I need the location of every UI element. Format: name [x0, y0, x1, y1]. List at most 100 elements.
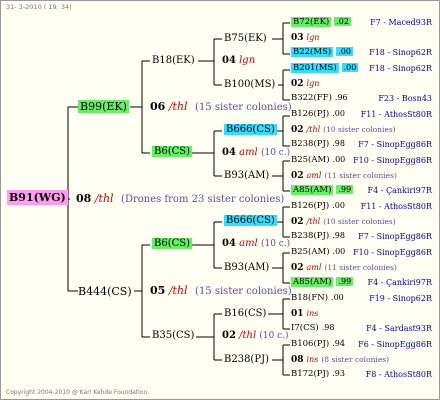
- leaf-row[interactable]: B25(AM) .00: [291, 248, 345, 257]
- node-b666-b[interactable]: B666(CS): [224, 215, 277, 226]
- leaf-lbl: /thl: [306, 125, 321, 134]
- mid-mating: 08 /thl (Drones from 23 sister colonies): [76, 193, 284, 205]
- leaf-row[interactable]: B126(PJ) .00: [291, 202, 345, 211]
- leaf-row[interactable]: B238(PJ) .98: [291, 140, 345, 149]
- leaf-row[interactable]: 02/thl (10 sister colonies): [291, 126, 396, 135]
- leaf-name: B201(MS): [291, 63, 339, 73]
- leaf-name: B72(EK): [291, 17, 332, 27]
- mid-note: (Drones from 23 sister colonies): [121, 194, 285, 205]
- a-lbl: /thl: [168, 100, 188, 113]
- node-b666-a[interactable]: B666(CS): [224, 124, 277, 135]
- mid-lbl: /thl: [94, 192, 114, 205]
- leaf-num: .00: [332, 155, 346, 164]
- leaf-origin: F11 - AthosSt80R: [360, 110, 432, 119]
- leaf-lbl: lgn: [306, 33, 320, 42]
- b-mating: 05 /thl (15 sister colonies): [150, 285, 292, 297]
- node-b35[interactable]: B35(CS): [152, 331, 194, 341]
- leaf-row[interactable]: B18(FN) .00: [291, 294, 344, 303]
- node-b16[interactable]: B16(CS): [224, 309, 266, 319]
- leaf-name: I7(CS): [291, 323, 319, 333]
- leaf-row[interactable]: 02 aml (11 sister colonies): [291, 172, 397, 181]
- leaf-origin: F18 - Sinop62R: [369, 64, 432, 73]
- leaf-name: A85(AM): [291, 185, 334, 195]
- leaf-row[interactable]: 02 aml (11 sister colonies): [291, 264, 397, 273]
- root-node[interactable]: B91(WG): [7, 190, 68, 205]
- leaf-row[interactable]: 03 lgn: [291, 34, 319, 43]
- leaf-row[interactable]: B322(FF) .96: [291, 94, 348, 103]
- leaf-gen: 02: [291, 263, 304, 273]
- leaf-num: .98: [321, 323, 335, 332]
- b666-b-label: B666(CS): [224, 215, 277, 226]
- leaf-name: B25(AM): [291, 247, 330, 257]
- leaf-name: A85(AM): [291, 277, 334, 287]
- node-b93-a[interactable]: B93(AM): [224, 171, 269, 181]
- leaf-num: .99: [336, 277, 354, 286]
- leaf-row[interactable]: 01 ins: [291, 310, 318, 319]
- leaf-origin: F19 - Sinop62R: [369, 294, 432, 303]
- leaf-origin: F10 - SinopEgg86R: [353, 248, 432, 257]
- node-b18[interactable]: B18(EK): [152, 56, 195, 66]
- leaf-note: (11 sister colonies): [324, 171, 397, 180]
- a1-lbl: lgn: [239, 55, 256, 66]
- leaf-row[interactable]: B22(MS) .00: [291, 47, 353, 57]
- node-b6-a[interactable]: B6(CS): [152, 146, 193, 157]
- leaf-origin: F4 - Çankiri97R: [367, 186, 432, 195]
- leaf-num: .96: [334, 93, 348, 102]
- leaf-row[interactable]: 02 lgn: [291, 80, 319, 89]
- leaf-gen: 01: [291, 309, 304, 319]
- b2-lbl: /thl: [239, 330, 257, 341]
- b-gen: 05: [150, 284, 166, 297]
- leaf-lbl: lgn: [306, 79, 320, 88]
- a-note: (15 sister colonies): [195, 102, 292, 113]
- leaf-name: B322(FF): [291, 93, 332, 103]
- node-b99[interactable]: B99(EK): [78, 100, 129, 113]
- a-gen: 06: [150, 100, 166, 113]
- leaf-num: .00: [336, 47, 353, 56]
- leaf-origin: F4 - Sardast93R: [366, 324, 432, 333]
- leaf-row[interactable]: 08 ins (8 sister colonies): [291, 356, 389, 365]
- leaf-note: (10 sister colonies): [323, 125, 396, 134]
- leaf-lbl: /thl: [306, 217, 321, 226]
- a2-note: (10 c.): [260, 148, 291, 158]
- b1-mating: 04 aml (10 c.): [222, 239, 290, 249]
- node-b6-b[interactable]: B6(CS): [152, 238, 193, 249]
- leaf-name: B106(PJ): [291, 339, 330, 349]
- leaf-row[interactable]: 02/thl (10 sister colonies): [291, 218, 396, 227]
- leaf-origin: F8 - AthosSt80R: [365, 370, 432, 379]
- leaf-lbl: aml: [306, 263, 322, 272]
- leaf-name: B172(PJ): [291, 369, 330, 379]
- b6-b-label: B6(CS): [152, 238, 193, 249]
- copyright: Copyright 2004-2010 @ Karl Kehde Foundat…: [6, 389, 150, 396]
- leaf-origin: F7 - Maced93R: [370, 18, 432, 27]
- leaf-row[interactable]: A85(AM) .99: [291, 277, 354, 287]
- b2-gen: 02: [222, 330, 236, 341]
- leaf-name: B22(MS): [291, 47, 334, 57]
- b99-label: B99(EK): [78, 100, 129, 113]
- leaf-row[interactable]: B25(AM) .00: [291, 156, 345, 165]
- leaf-row[interactable]: B201(MS) .00: [291, 63, 359, 73]
- leaf-row[interactable]: B126(PJ) .00: [291, 110, 345, 119]
- a1-gen: 04: [222, 55, 236, 66]
- leaf-gen: 03: [291, 33, 304, 43]
- leaf-row[interactable]: B172(PJ) .93: [291, 370, 345, 379]
- leaf-row[interactable]: I7(CS) .98: [291, 324, 334, 333]
- leaf-origin: F6 - SinopEgg86R: [358, 340, 432, 349]
- leaf-row[interactable]: B238(PJ) .98: [291, 232, 345, 241]
- timestamp: 31- 3-2010 ( 19: 34): [6, 3, 72, 11]
- leaf-row[interactable]: B106(PJ) .94: [291, 340, 345, 349]
- leaf-num: .99: [336, 185, 354, 194]
- leaf-origin: F7 - SinopEgg86R: [358, 140, 432, 149]
- node-b444[interactable]: B444(CS): [78, 286, 132, 297]
- leaf-row[interactable]: A85(AM) .99: [291, 185, 354, 195]
- leaf-name: B126(PJ): [291, 201, 330, 211]
- node-b75[interactable]: B75(EK): [224, 34, 267, 44]
- leaf-row[interactable]: B72(EK) .02: [291, 17, 351, 27]
- leaf-note: (8 sister colonies): [321, 355, 390, 364]
- node-b238[interactable]: B238(PJ): [224, 355, 269, 365]
- leaf-origin: F11 - AthosSt80R: [360, 202, 432, 211]
- leaf-num: .98: [332, 139, 345, 148]
- leaf-gen: 02: [291, 217, 304, 227]
- node-b93-b[interactable]: B93(AM): [224, 263, 269, 273]
- node-b100[interactable]: B100(MS): [224, 80, 275, 90]
- leaf-name: B238(PJ): [291, 231, 330, 241]
